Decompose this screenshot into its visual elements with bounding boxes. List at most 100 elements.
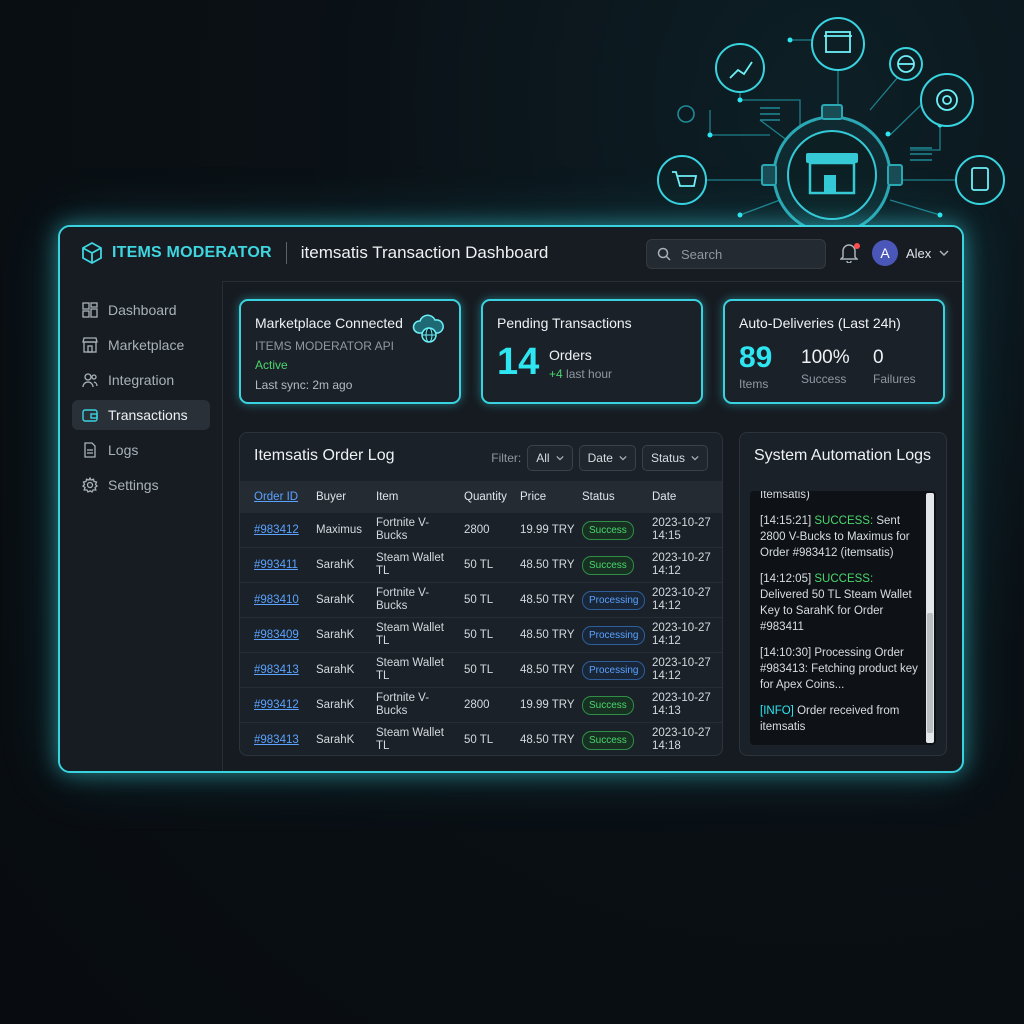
buyer-cell: SarahK bbox=[310, 547, 370, 583]
order-id-cell[interactable]: #983413 bbox=[240, 722, 310, 755]
order-id-link[interactable]: #983413 bbox=[254, 664, 299, 676]
log-console[interactable]: Itemsatis) [14:15:21] SUCCESS: Sent 2800 … bbox=[750, 491, 936, 745]
chevron-down-icon bbox=[555, 455, 564, 461]
price-cell: 48.50 TRY bbox=[514, 582, 576, 618]
document-icon bbox=[84, 442, 96, 458]
column-header: Item bbox=[370, 481, 458, 513]
card-title: Pending Transactions bbox=[497, 315, 632, 331]
top-bar: ITEMS MODERATOR itemsatis Transaction Da… bbox=[60, 227, 962, 282]
connection-status: Active bbox=[255, 358, 288, 372]
scrollbar-thumb[interactable] bbox=[927, 613, 933, 733]
log-entry: [14:12:05] SUCCESS: Delivered 50 TL Stea… bbox=[760, 571, 920, 635]
brand-name: ITEMS MODERATOR bbox=[112, 244, 272, 261]
sidebar-item-label: Dashboard bbox=[108, 302, 177, 318]
order-id-cell[interactable]: #983410 bbox=[240, 582, 310, 618]
api-name: ITEMS MODERATOR API bbox=[255, 339, 394, 353]
table-row[interactable]: #983409 SarahK Steam Wallet TL 50 TL 48.50 T… bbox=[240, 617, 722, 653]
table-row[interactable]: #983412 Maximus Fortnite V-Bucks 2800 19.99 … bbox=[240, 513, 722, 548]
price-cell: 48.50 TRY bbox=[514, 547, 576, 583]
failures-value: 0 bbox=[873, 347, 884, 368]
filter-status-dropdown[interactable]: Status bbox=[641, 445, 708, 471]
table-row[interactable]: #983413 SarahK Steam Wallet TL 50 TL 48.50 T… bbox=[240, 652, 722, 688]
chevron-down-icon bbox=[691, 455, 699, 461]
quantity-cell: 50 TL bbox=[458, 652, 514, 688]
log-message: Itemsatis) bbox=[760, 491, 810, 501]
table-header-row: Order ID Buyer Item Quantity Price Statu… bbox=[240, 481, 722, 513]
auto-deliveries-card[interactable]: Auto-Deliveries (Last 24h) 89 Items 100%… bbox=[723, 299, 945, 404]
order-id-link[interactable]: #983412 bbox=[254, 524, 299, 536]
quantity-cell: 50 TL bbox=[458, 582, 514, 618]
log-time: [14:10:30] bbox=[760, 647, 812, 659]
order-id-link[interactable]: #993411 bbox=[254, 559, 298, 571]
price-cell: 48.50 TRY bbox=[514, 722, 576, 755]
sidebar-item-logs[interactable]: Logs bbox=[72, 435, 210, 465]
gear-store-icon bbox=[761, 104, 903, 240]
item-cell: Fortnite V-Bucks bbox=[370, 687, 458, 723]
date-cell: 2023-10-27 14:12 bbox=[646, 547, 722, 583]
dropdown-value: Status bbox=[650, 451, 685, 465]
search-input[interactable] bbox=[679, 245, 813, 263]
status-cell: Processing bbox=[576, 652, 646, 688]
price-cell: 19.99 TRY bbox=[514, 687, 576, 723]
item-cell: Steam Wallet TL bbox=[370, 722, 458, 755]
status-badge: Success bbox=[582, 730, 634, 750]
status-cell: Success bbox=[576, 513, 646, 548]
filter-all-dropdown[interactable]: All bbox=[527, 445, 573, 471]
notifications-button[interactable] bbox=[839, 243, 860, 265]
sidebar: Dashboard Marketplace Integration Transa… bbox=[60, 281, 223, 771]
buyer-cell: SarahK bbox=[310, 722, 370, 755]
sidebar-item-transactions[interactable]: Transactions bbox=[72, 400, 210, 430]
search-box[interactable] bbox=[646, 239, 826, 269]
log-scrollbar[interactable] bbox=[926, 493, 934, 743]
order-id-link[interactable]: #993412 bbox=[254, 699, 299, 711]
order-id-cell[interactable]: #983413 bbox=[240, 652, 310, 688]
avatar: A bbox=[872, 240, 898, 266]
brand[interactable]: ITEMS MODERATOR itemsatis Transaction Da… bbox=[80, 241, 548, 265]
sidebar-item-dashboard[interactable]: Dashboard bbox=[72, 295, 210, 325]
pending-count: 14 bbox=[497, 341, 540, 383]
table-row[interactable]: #983413 SarahK Steam Wallet TL 50 TL 48.50 T… bbox=[240, 722, 722, 755]
order-id-link[interactable]: #983410 bbox=[254, 594, 299, 606]
sortable-header[interactable]: Order ID bbox=[254, 491, 298, 503]
order-id-cell[interactable]: #993411 bbox=[240, 547, 310, 583]
sidebar-item-settings[interactable]: Settings bbox=[72, 470, 210, 500]
quantity-cell: 2800 bbox=[458, 513, 514, 548]
status-badge: Processing bbox=[582, 625, 646, 645]
column-header-order-id[interactable]: Order ID bbox=[240, 481, 310, 513]
wallet-icon bbox=[82, 409, 98, 422]
sidebar-item-label: Settings bbox=[108, 477, 159, 493]
log-message: Delivered 50 TL Steam Wallet Key to Sara… bbox=[760, 589, 912, 633]
user-menu[interactable]: A Alex bbox=[872, 240, 949, 266]
sidebar-item-marketplace[interactable]: Marketplace bbox=[72, 330, 210, 360]
users-icon bbox=[82, 373, 98, 388]
status-cell: Success bbox=[576, 547, 646, 583]
order-id-link[interactable]: #983409 bbox=[254, 629, 299, 641]
pending-label: Orders bbox=[549, 347, 592, 363]
date-cell: 2023-10-27 14:15 bbox=[646, 513, 722, 548]
order-id-link[interactable]: #983413 bbox=[254, 734, 299, 746]
order-id-cell[interactable]: #983409 bbox=[240, 617, 310, 653]
chevron-down-icon bbox=[939, 250, 949, 257]
chevron-down-icon bbox=[619, 455, 627, 461]
pending-transactions-card[interactable]: Pending Transactions 14 Orders +4 last h… bbox=[481, 299, 703, 404]
order-id-cell[interactable]: #983412 bbox=[240, 513, 310, 548]
order-id-cell[interactable]: #993412 bbox=[240, 687, 310, 723]
dashboard-window: ITEMS MODERATOR itemsatis Transaction Da… bbox=[58, 225, 964, 773]
column-header: Buyer bbox=[310, 481, 370, 513]
table-row[interactable]: #993412 SarahK Fortnite V-Bucks 2800 19.99 T… bbox=[240, 687, 722, 723]
column-header: Quantity bbox=[458, 481, 514, 513]
log-entries: Itemsatis) [14:15:21] SUCCESS: Sent 2800 … bbox=[760, 491, 920, 745]
sidebar-item-integration[interactable]: Integration bbox=[72, 365, 210, 395]
marketplace-connected-card[interactable]: Marketplace Connected ITEMS MODERATOR AP… bbox=[239, 299, 461, 404]
filter-label: Filter: bbox=[491, 451, 522, 465]
filter-date-dropdown[interactable]: Date bbox=[578, 445, 636, 471]
table-row[interactable]: #993411 SarahK Steam Wallet TL 50 TL 48.50 T… bbox=[240, 547, 722, 583]
date-cell: 2023-10-27 14:12 bbox=[646, 582, 722, 618]
status-cell: Processing bbox=[576, 582, 646, 618]
sidebar-item-label: Integration bbox=[108, 372, 175, 388]
sidebar-item-label: Marketplace bbox=[108, 337, 185, 353]
cloud-globe-icon bbox=[412, 314, 444, 343]
status-badge: Processing bbox=[582, 590, 646, 610]
table-row[interactable]: #983410 SarahK Fortnite V-Bucks 50 TL 48.50 … bbox=[240, 582, 722, 618]
item-cell: Steam Wallet TL bbox=[370, 617, 458, 653]
